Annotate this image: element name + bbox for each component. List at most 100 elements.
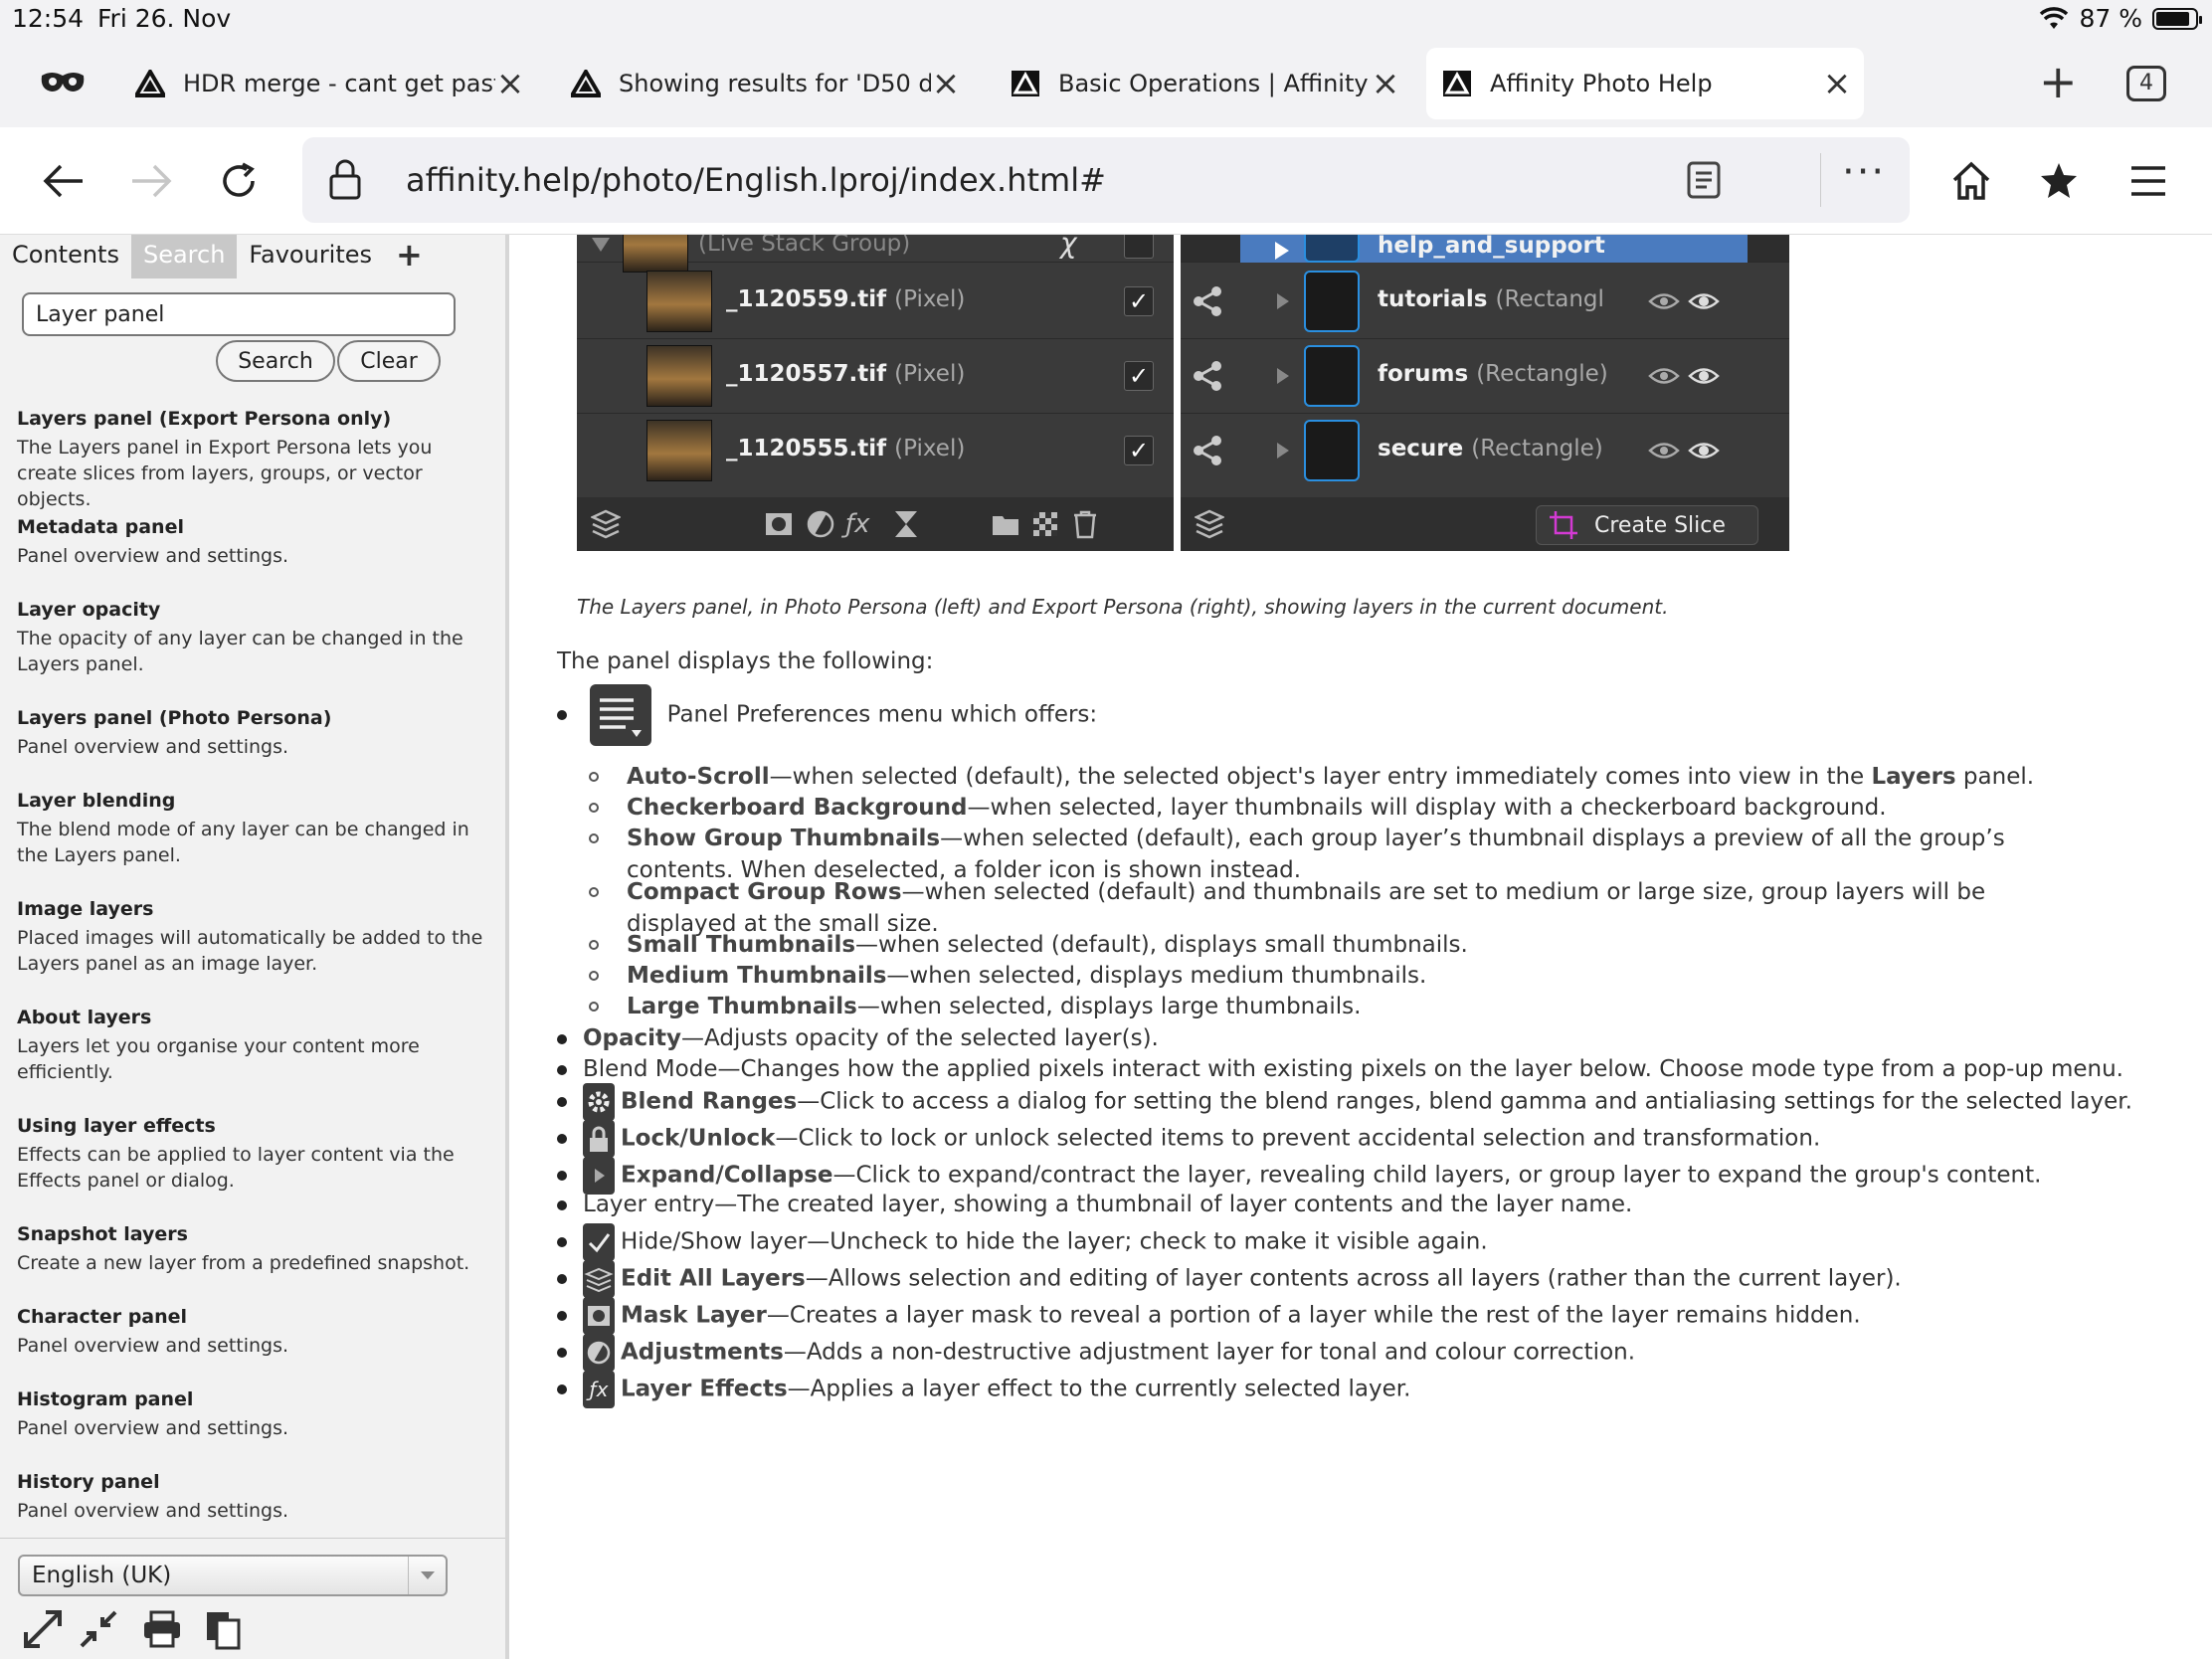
list-item: Opacity—Adjusts opacity of the selected … — [557, 1025, 1159, 1051]
result-item[interactable]: Layer opacity The opacity of any layer c… — [17, 597, 494, 677]
sub-item: Medium Thumbnails—when selected, display… — [589, 960, 2099, 992]
result-item[interactable]: Metadata panel Panel overview and settin… — [17, 514, 288, 569]
result-title[interactable]: Snapshot layers — [17, 1221, 469, 1247]
clear-button[interactable]: Clear — [337, 340, 441, 382]
list-item: Blend Mode—Changes how the applied pixel… — [557, 1056, 2123, 1082]
result-title[interactable]: Layers panel (Photo Persona) — [17, 705, 331, 731]
slice-row-selected: help_and_support — [1181, 235, 1789, 263]
tab-favourites[interactable]: Favourites — [237, 235, 384, 278]
result-item[interactable]: Image layers Placed images will automati… — [17, 896, 494, 977]
tab-hdr-merge[interactable]: HDR merge - cant get past : × — [119, 48, 537, 119]
layer-name: _1120555.tif (Pixel) — [726, 436, 966, 461]
forward-arrow-icon — [132, 164, 172, 198]
result-item[interactable]: History panel Panel overview and setting… — [17, 1469, 288, 1524]
result-title[interactable]: Using layer effects — [17, 1113, 494, 1139]
edit-all-layers-icon — [591, 509, 621, 539]
figure-caption: The Layers panel, in Photo Persona (left… — [577, 595, 1669, 619]
forward-button[interactable] — [127, 157, 175, 205]
result-item[interactable]: Layer blending The blend mode of any lay… — [17, 788, 494, 868]
tab-contents[interactable]: Contents — [0, 235, 131, 278]
private-mode-icon[interactable] — [40, 70, 86, 95]
result-item[interactable]: About layers Layers let you organise you… — [17, 1005, 494, 1085]
close-tab-icon[interactable]: × — [931, 64, 961, 103]
home-button[interactable] — [1947, 157, 1995, 205]
result-title[interactable]: Layer blending — [17, 788, 494, 814]
reload-button[interactable] — [215, 157, 263, 205]
back-arrow-icon — [43, 164, 83, 198]
copy-page-icon[interactable] — [203, 1608, 245, 1650]
list-item: Expand/Collapse—Click to expand/contract… — [557, 1157, 2041, 1195]
result-title[interactable]: Layers panel (Export Persona only) — [17, 406, 494, 432]
result-title[interactable]: About layers — [17, 1005, 494, 1030]
tab-count-button[interactable]: 4 — [2126, 66, 2166, 101]
gear-icon — [583, 1083, 615, 1121]
print-icon[interactable] — [141, 1608, 183, 1650]
wifi-icon — [2040, 6, 2069, 29]
result-title[interactable]: Image layers — [17, 896, 494, 922]
reader-mode-icon[interactable] — [1687, 161, 1721, 199]
result-title[interactable]: Layer opacity — [17, 597, 494, 623]
more-actions-button[interactable]: ··· — [1842, 149, 1886, 195]
result-title[interactable]: Character panel — [17, 1304, 288, 1330]
pixel-layer-icon — [1033, 512, 1057, 536]
visibility-checkbox: ✓ — [1124, 286, 1154, 316]
eye-icon — [1648, 293, 1720, 309]
add-favourite-button[interactable]: + — [384, 235, 435, 278]
result-desc: Create a new layer from a predefined sna… — [17, 1252, 470, 1274]
list-item-panel-preferences: Panel Preferences menu which offers: — [557, 684, 1097, 746]
slice-name: tutorials (Rectangl — [1378, 286, 1604, 312]
tab-basic-operations[interactable]: Basic Operations | Affinity P × — [995, 48, 1412, 119]
sub-item: Checkerboard Background—when selected, l… — [589, 792, 2099, 824]
secure-lock-icon — [1304, 420, 1360, 481]
language-select[interactable]: English (UK) — [18, 1555, 448, 1596]
search-button[interactable]: Search — [216, 340, 335, 382]
slice-crop-icon — [1550, 511, 1577, 539]
result-title[interactable]: Histogram panel — [17, 1386, 288, 1412]
url-text[interactable]: affinity.help/photo/English.lproj/index.… — [406, 161, 1106, 199]
list-item: Adjustments—Adds a non-destructive adjus… — [557, 1334, 1635, 1372]
result-item[interactable]: Histogram panel Panel overview and setti… — [17, 1386, 288, 1441]
layer-name: _1120559.tif (Pixel) — [726, 286, 966, 312]
menu-button[interactable] — [2124, 157, 2172, 205]
list-item: ƒx Layer Effects—Applies a layer effect t… — [557, 1371, 1410, 1408]
tab-search[interactable]: Search — [130, 235, 238, 278]
share-icon — [1194, 286, 1221, 316]
layer-row: _1120555.tif (Pixel) ✓ — [577, 414, 1174, 488]
home-icon — [1952, 161, 1990, 200]
panel-footer: Create Slice — [1181, 497, 1789, 551]
collapse-all-icon[interactable] — [78, 1608, 119, 1650]
result-title[interactable]: History panel — [17, 1469, 288, 1495]
result-item[interactable]: Layers panel (Photo Persona) Panel overv… — [17, 705, 331, 760]
slice-name: forums (Rectangle) — [1378, 361, 1608, 387]
expand-all-icon[interactable] — [22, 1608, 64, 1650]
url-bar[interactable]: affinity.help/photo/English.lproj/index.… — [302, 137, 1910, 223]
chevron-down-icon[interactable] — [408, 1557, 446, 1594]
close-tab-icon[interactable]: × — [495, 64, 525, 103]
result-title[interactable]: Metadata panel — [17, 514, 288, 540]
close-tab-icon[interactable]: × — [1371, 64, 1400, 103]
panel-footer: ƒx — [577, 497, 1174, 551]
panel-preferences-icon — [590, 684, 652, 746]
mask-layer-icon — [583, 1297, 615, 1335]
hamburger-menu-icon — [2131, 166, 2165, 196]
tab-search-results[interactable]: Showing results for 'D50 d6 × — [555, 48, 973, 119]
layer-thumbnail — [646, 345, 712, 407]
back-button[interactable] — [40, 157, 88, 205]
search-input[interactable] — [22, 292, 456, 336]
list-item: Layer entry—The created layer, showing a… — [557, 1192, 1632, 1217]
result-item[interactable]: Using layer effects Effects can be appli… — [17, 1113, 494, 1194]
result-item[interactable]: Character panel Panel overview and setti… — [17, 1304, 288, 1359]
visibility-checkbox: ✓ — [1124, 436, 1154, 465]
tab-title: Showing results for 'D50 d6 — [619, 70, 931, 97]
layer-effects-icon: ƒx — [583, 1371, 615, 1408]
list-item: Edit All Layers—Allows selection and edi… — [557, 1260, 1902, 1298]
result-item[interactable]: Snapshot layers Create a new layer from … — [17, 1221, 469, 1276]
help-content: (Live Stack Group) χ _1120559.tif (Pixel… — [509, 235, 2212, 1659]
close-tab-icon[interactable]: × — [1822, 64, 1852, 103]
new-tab-button[interactable]: + — [2039, 59, 2078, 104]
result-item[interactable]: Layers panel (Export Persona only) The L… — [17, 406, 494, 512]
tab-affinity-photo-help[interactable]: Affinity Photo Help × — [1426, 48, 1864, 119]
edit-all-layers-icon — [1195, 509, 1224, 539]
lock-icon — [583, 1120, 615, 1158]
bookmarks-button[interactable] — [2035, 157, 2083, 205]
